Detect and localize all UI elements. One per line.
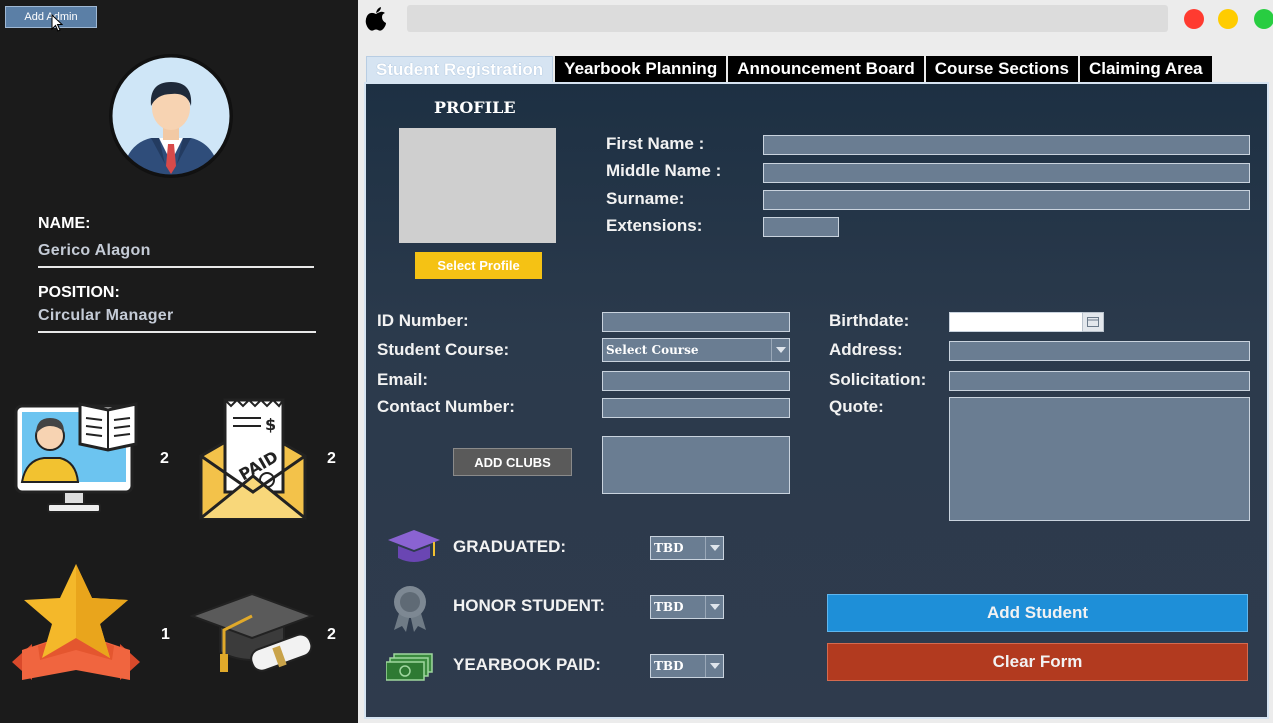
mouse-cursor-icon — [51, 14, 63, 32]
name-underline — [38, 266, 314, 268]
svg-text:$: $ — [265, 415, 276, 434]
yearbook-paid-value: TBD — [654, 659, 684, 673]
name-value: Gerico Alagon — [38, 242, 151, 259]
chevron-down-icon — [705, 596, 723, 618]
stat-count-paid: 2 — [327, 450, 336, 467]
email-input[interactable] — [602, 371, 790, 391]
stat-count-graduates: 2 — [327, 626, 336, 643]
id-number-label: ID Number: — [377, 311, 469, 330]
extensions-input[interactable] — [763, 217, 839, 237]
honor-student-label: HONOR STUDENT: — [453, 596, 606, 615]
surname-input[interactable] — [763, 190, 1250, 210]
paid-envelope-icon: $ PAID — [199, 398, 307, 520]
tab-announcement-board[interactable]: Announcement Board — [728, 56, 924, 82]
middle-name-input[interactable] — [763, 163, 1250, 183]
quote-textarea[interactable] — [949, 397, 1250, 521]
position-underline — [38, 331, 316, 333]
chevron-down-icon — [705, 537, 723, 559]
student-course-select[interactable]: Select Course — [602, 338, 790, 362]
tab-claiming-area[interactable]: Claiming Area — [1079, 56, 1212, 82]
graduation-cap-diploma-icon — [190, 592, 315, 672]
email-label: Email: — [377, 370, 429, 389]
star-award-icon — [12, 564, 140, 680]
profile-photo — [399, 128, 556, 243]
extensions-label: Extensions: — [606, 216, 703, 235]
quote-label: Quote: — [829, 397, 884, 416]
course-selected-value: Select Course — [606, 343, 699, 357]
honor-medal-icon — [394, 586, 426, 632]
minimize-window-button[interactable] — [1218, 9, 1238, 29]
tab-yearbook-planning[interactable]: Yearbook Planning — [555, 56, 727, 82]
surname-label: Surname: — [606, 189, 685, 208]
stat-count-awards: 1 — [161, 626, 170, 643]
graduated-select[interactable]: TBD — [650, 536, 724, 560]
add-clubs-button[interactable]: ADD CLUBS — [453, 448, 572, 476]
first-name-input[interactable] — [763, 135, 1250, 155]
address-input[interactable] — [949, 341, 1250, 361]
address-label: Address: — [829, 340, 903, 359]
tab-bar: Student Registration Yearbook Planning A… — [366, 56, 1212, 82]
position-value: Circular Manager — [38, 307, 174, 324]
clear-form-button[interactable]: Clear Form — [827, 643, 1248, 681]
close-window-button[interactable] — [1184, 9, 1204, 29]
contact-number-input[interactable] — [602, 398, 790, 418]
admin-avatar-icon — [109, 54, 233, 178]
registration-window: Student Registration Yearbook Planning A… — [358, 0, 1273, 723]
student-computer-icon — [14, 402, 138, 513]
calendar-icon[interactable] — [1082, 312, 1104, 332]
position-label: POSITION: — [38, 284, 120, 301]
student-registration-panel: PROFILE Select Profile First Name : Midd… — [364, 82, 1269, 719]
first-name-label: First Name : — [606, 134, 705, 153]
birthdate-input[interactable] — [949, 312, 1083, 332]
tab-student-registration[interactable]: Student Registration — [366, 56, 554, 82]
birthdate-label: Birthdate: — [829, 311, 910, 330]
solicitation-input[interactable] — [949, 371, 1250, 391]
app-root: Add Admin NAME: Gerico Alagon POSITION: … — [0, 0, 1273, 723]
money-bills-icon — [386, 653, 433, 681]
title-bar — [358, 0, 1273, 38]
graduated-value: TBD — [654, 541, 684, 555]
tab-course-sections[interactable]: Course Sections — [925, 56, 1078, 82]
graduation-cap-icon — [388, 530, 440, 562]
middle-name-label: Middle Name : — [606, 161, 722, 180]
yearbook-paid-select[interactable]: TBD — [650, 654, 724, 678]
solicitation-label: Solicitation: — [829, 370, 927, 389]
stat-count-students: 2 — [160, 450, 169, 467]
yearbook-paid-label: YEARBOOK PAID: — [453, 655, 601, 674]
select-profile-button[interactable]: Select Profile — [415, 252, 542, 279]
apple-icon[interactable] — [364, 6, 388, 32]
chevron-down-icon — [705, 655, 723, 677]
student-course-label: Student Course: — [377, 340, 510, 359]
title-field — [407, 5, 1168, 32]
honor-student-select[interactable]: TBD — [650, 595, 724, 619]
profile-title: PROFILE — [434, 98, 516, 117]
honor-student-value: TBD — [654, 600, 684, 614]
graduated-label: GRADUATED: — [453, 537, 567, 556]
chevron-down-icon — [771, 339, 789, 361]
contact-number-label: Contact Number: — [377, 397, 515, 416]
maximize-window-button[interactable] — [1254, 9, 1273, 29]
sidebar: Add Admin NAME: Gerico Alagon POSITION: … — [0, 0, 358, 723]
add-student-button[interactable]: Add Student — [827, 594, 1248, 632]
id-number-input[interactable] — [602, 312, 790, 332]
name-label: NAME: — [38, 215, 91, 232]
clubs-list[interactable] — [602, 436, 790, 494]
